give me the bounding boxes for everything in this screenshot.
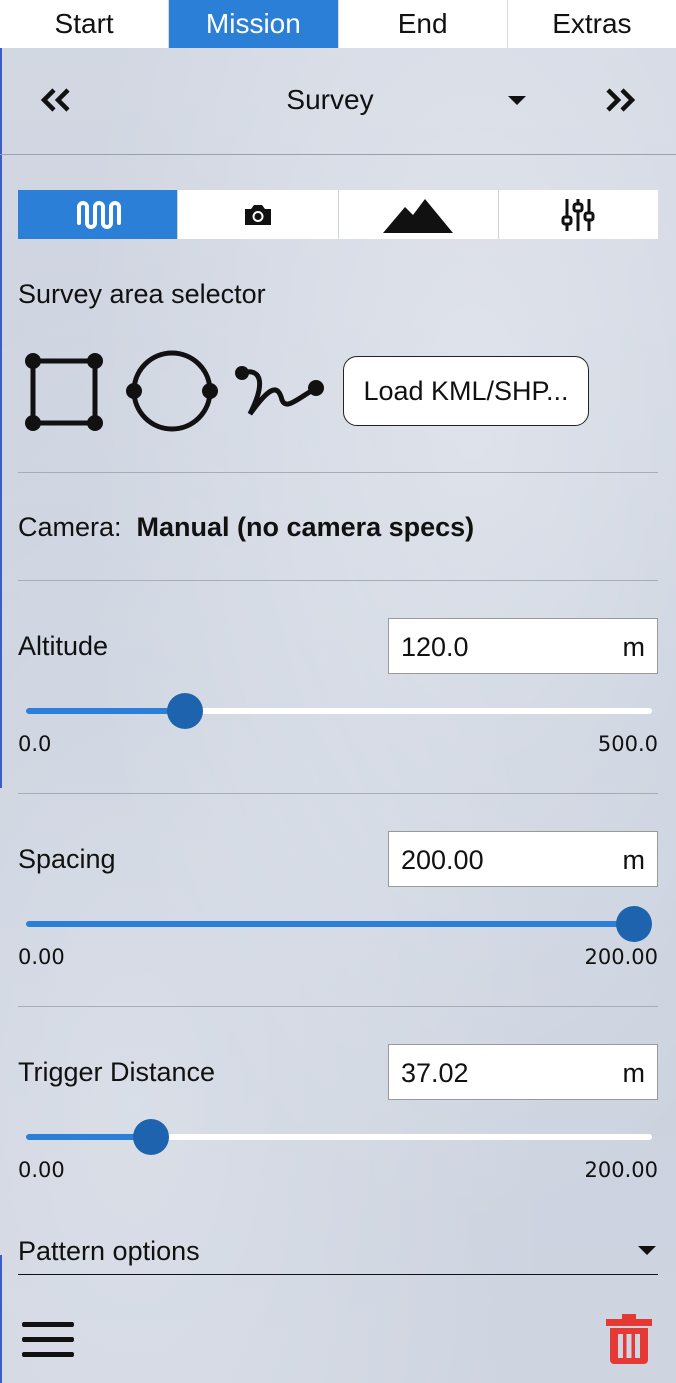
altitude-label: Altitude [18, 631, 109, 661]
divider [18, 1006, 658, 1007]
spacing-slider[interactable] [26, 906, 652, 942]
tab-start[interactable]: Start [0, 0, 170, 48]
chevron-down-icon[interactable] [508, 96, 526, 105]
spacing-label: Spacing [18, 844, 116, 874]
terrain-icon [383, 198, 454, 233]
survey-area-heading: Survey area selector [18, 279, 266, 309]
double-chevron-right-icon[interactable] [602, 82, 638, 118]
trigger-slider[interactable] [26, 1119, 652, 1155]
trigger-max: 200.00 [584, 1158, 658, 1182]
circle-area-icon[interactable] [125, 348, 219, 438]
load-kml-button[interactable]: Load KML/SHP... [343, 356, 589, 426]
panel-edge [0, 48, 2, 788]
panel-edge [0, 1255, 2, 1383]
sliders-icon [561, 198, 595, 231]
camera-label: Camera: [18, 512, 122, 542]
tab-camera[interactable] [178, 190, 339, 239]
slider-thumb[interactable] [167, 693, 203, 729]
slider-fill [26, 921, 652, 927]
pattern-options-dropdown[interactable]: Pattern options [18, 1234, 658, 1275]
spacing-unit: m [622, 845, 646, 875]
chevron-down-icon [638, 1246, 656, 1255]
pattern-selector: Survey [0, 48, 676, 155]
mission-tabs: Start Mission End Extras [0, 0, 676, 48]
camera-value[interactable]: Manual (no camera specs) [137, 512, 475, 542]
altitude-slider[interactable] [26, 693, 652, 729]
rectangle-area-icon[interactable] [20, 348, 110, 438]
slider-thumb[interactable] [616, 906, 652, 942]
spacing-field[interactable]: 200.00 m [388, 831, 658, 887]
trigger-value: 37.02 [401, 1058, 469, 1088]
survey-settings-tabs [18, 190, 658, 239]
camera-icon [244, 204, 271, 225]
altitude-value: 120.0 [401, 632, 469, 662]
trigger-min: 0.00 [18, 1158, 65, 1182]
pattern-title[interactable]: Survey [260, 84, 400, 116]
polyline-area-icon[interactable] [230, 356, 330, 426]
altitude-unit: m [622, 632, 646, 662]
slider-thumb[interactable] [133, 1119, 169, 1155]
divider [18, 472, 658, 473]
trigger-unit: m [622, 1058, 646, 1088]
tab-extras[interactable]: Extras [508, 0, 676, 48]
tab-advanced[interactable] [498, 190, 658, 239]
tab-mission[interactable]: Mission [169, 0, 339, 48]
wave-pattern-icon [76, 200, 121, 229]
divider [18, 580, 658, 581]
double-chevron-left-icon[interactable] [38, 82, 74, 118]
slider-fill [26, 708, 185, 714]
divider [18, 793, 658, 794]
altitude-min: 0.0 [18, 732, 52, 756]
pattern-options-label: Pattern options [18, 1236, 200, 1266]
altitude-max: 500.0 [597, 732, 658, 756]
altitude-field[interactable]: 120.0 m [388, 618, 658, 674]
trigger-field[interactable]: 37.02 m [388, 1044, 658, 1100]
trash-icon[interactable] [606, 1314, 652, 1364]
trigger-label: Trigger Distance [18, 1057, 216, 1087]
tab-terrain[interactable] [338, 190, 499, 239]
spacing-max: 200.00 [584, 945, 658, 969]
spacing-min: 0.00 [18, 945, 65, 969]
tab-end[interactable]: End [339, 0, 508, 48]
hamburger-menu-icon[interactable] [22, 1320, 74, 1358]
camera-row: Camera: Manual (no camera specs) [18, 512, 474, 543]
tab-pattern[interactable] [18, 190, 179, 239]
spacing-value: 200.00 [401, 845, 484, 875]
